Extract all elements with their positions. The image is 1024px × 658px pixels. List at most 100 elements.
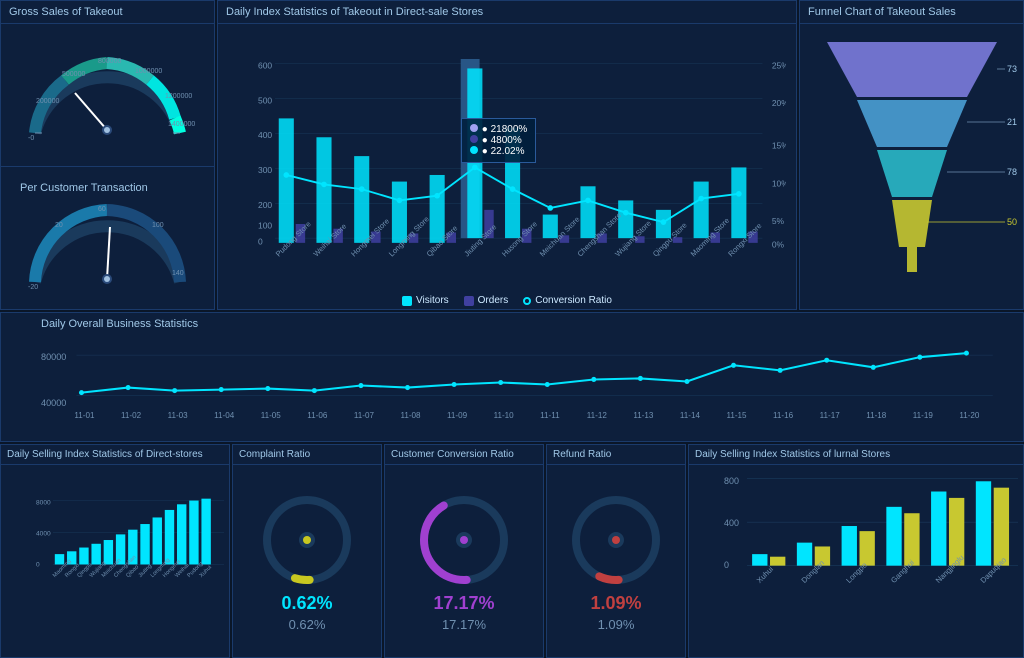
direct-stores-title: Daily Selling Index Statistics of Direct… bbox=[1, 445, 229, 465]
direct-stores-panel: Daily Selling Index Statistics of Direct… bbox=[0, 444, 230, 658]
funnel-svg: 7351800% 2131200% 781600% 501000% bbox=[807, 32, 1017, 302]
complaint-ratio-area: 0.62% 0.62% bbox=[233, 465, 381, 657]
lurnal-stores-panel: Daily Selling Index Statistics of lurnal… bbox=[688, 444, 1024, 658]
svg-text:-20: -20 bbox=[28, 284, 38, 291]
refund-gauge-svg bbox=[566, 490, 666, 590]
gauge-2-section: Per Customer Transaction -20 20 60 100 1… bbox=[1, 166, 214, 309]
funnel-area: 7351800% 2131200% 781600% 501000% bbox=[800, 24, 1023, 309]
svg-text:500000: 500000 bbox=[62, 71, 85, 78]
svg-text:15%: 15% bbox=[772, 141, 786, 151]
svg-text:1400000: 1400000 bbox=[168, 121, 195, 128]
svg-text:0%: 0% bbox=[772, 240, 785, 250]
bar-line-chart-svg: 600 500 400 300 200 100 0 25% 20% 15% 10… bbox=[258, 29, 786, 287]
svg-text:1200000: 1200000 bbox=[165, 93, 192, 100]
legend-orders: Orders bbox=[464, 295, 509, 306]
svg-text:11-05: 11-05 bbox=[261, 411, 282, 420]
refund-panel: Refund Ratio 1.09% 1.09% bbox=[546, 444, 686, 658]
svg-text:300: 300 bbox=[258, 165, 272, 175]
top-row: Gross Sales of Takeout bbox=[0, 0, 1024, 310]
refund-title: Refund Ratio bbox=[547, 445, 685, 465]
complaint-value: 0.62% bbox=[281, 593, 332, 614]
svg-text:11-08: 11-08 bbox=[400, 411, 421, 420]
svg-text:600: 600 bbox=[258, 60, 272, 70]
svg-text:11-11: 11-11 bbox=[540, 411, 560, 420]
svg-text:20: 20 bbox=[55, 222, 63, 229]
svg-text:11-18: 11-18 bbox=[866, 411, 887, 420]
dashboard: Gross Sales of Takeout bbox=[0, 0, 1024, 640]
conversion-sub: 17.17% bbox=[442, 617, 486, 632]
svg-text:11-13: 11-13 bbox=[633, 411, 654, 420]
gauge-1-section: -0 200000 500000 800000 1000000 1200000 … bbox=[1, 24, 214, 166]
complaint-panel: Complaint Ratio 0.62% 0.62% bbox=[232, 444, 382, 658]
middle-panel: Daily Index Statistics of Takeout in Dir… bbox=[217, 0, 797, 310]
svg-text:400: 400 bbox=[258, 130, 272, 140]
complaint-sub: 0.62% bbox=[289, 617, 326, 632]
svg-text:40000: 40000 bbox=[41, 398, 66, 408]
svg-text:25%: 25% bbox=[772, 60, 786, 70]
complaint-title: Complaint Ratio bbox=[233, 445, 381, 465]
direct-stores-svg: 8000 4000 0 bbox=[36, 467, 224, 655]
svg-text:-0: -0 bbox=[28, 135, 34, 142]
svg-text:100: 100 bbox=[152, 222, 164, 229]
svg-text:500: 500 bbox=[258, 95, 272, 105]
conversion-title: Customer Conversion Ratio bbox=[385, 445, 543, 465]
left-panel: Gross Sales of Takeout bbox=[0, 0, 215, 310]
svg-text:200000: 200000 bbox=[36, 98, 59, 105]
refund-value: 1.09% bbox=[590, 593, 641, 614]
svg-text:11-20: 11-20 bbox=[959, 411, 980, 420]
svg-text:11-03: 11-03 bbox=[168, 411, 189, 420]
legend-conversion: Conversion Ratio bbox=[523, 295, 612, 306]
svg-text:11-02: 11-02 bbox=[121, 411, 142, 420]
svg-text:20%: 20% bbox=[772, 98, 786, 108]
svg-text:60: 60 bbox=[98, 206, 106, 213]
conversion-gauge-svg bbox=[414, 490, 514, 590]
svg-text:0: 0 bbox=[36, 561, 40, 568]
svg-text:501000%: 501000% bbox=[1007, 217, 1017, 227]
gauge-title-2: Per Customer Transaction bbox=[20, 182, 195, 197]
svg-text:Xuhui: Xuhui bbox=[755, 565, 775, 585]
svg-text:400: 400 bbox=[724, 518, 739, 528]
svg-text:781600%: 781600% bbox=[1007, 167, 1017, 177]
svg-text:0: 0 bbox=[724, 560, 729, 570]
bar-chart-legend: Visitors Orders Conversion Ratio bbox=[218, 292, 796, 309]
right-panel: Funnel Chart of Takeout Sales bbox=[799, 0, 1024, 310]
svg-text:11-14: 11-14 bbox=[680, 411, 701, 420]
svg-text:7351800%: 7351800% bbox=[1007, 64, 1017, 74]
bar-chart-area: ● 21800% ● 4800% ● 22.02% 600 500 400 30… bbox=[218, 24, 796, 292]
lurnal-stores-title: Daily Selling Index Statistics of lurnal… bbox=[689, 445, 1023, 465]
svg-text:10%: 10% bbox=[772, 178, 786, 188]
svg-text:11-01: 11-01 bbox=[74, 411, 95, 420]
svg-text:11-09: 11-09 bbox=[447, 411, 468, 420]
svg-text:5%: 5% bbox=[772, 216, 785, 226]
svg-text:11-07: 11-07 bbox=[354, 411, 375, 420]
svg-text:11-12: 11-12 bbox=[587, 411, 608, 420]
bar-chart-title: Daily Index Statistics of Takeout in Dir… bbox=[218, 1, 796, 24]
svg-text:800: 800 bbox=[724, 476, 739, 486]
conversion-ratio-area: 17.17% 17.17% bbox=[385, 465, 543, 657]
svg-text:80000: 80000 bbox=[41, 352, 66, 362]
funnel-title: Funnel Chart of Takeout Sales bbox=[800, 1, 1023, 24]
refund-ratio-area: 1.09% 1.09% bbox=[547, 465, 685, 657]
svg-text:11-06: 11-06 bbox=[307, 411, 328, 420]
line-chart-title: Daily Overall Business Statistics bbox=[41, 318, 1013, 333]
refund-sub: 1.09% bbox=[598, 617, 635, 632]
gauge-title-1: Gross Sales of Takeout bbox=[1, 1, 214, 24]
lurnal-stores-svg: 800 400 0 bbox=[724, 467, 1018, 655]
direct-stores-chart: 8000 4000 0 bbox=[1, 465, 229, 657]
svg-text:200: 200 bbox=[258, 200, 272, 210]
svg-text:8000: 8000 bbox=[36, 499, 51, 506]
bottom-row: Daily Selling Index Statistics of Direct… bbox=[0, 444, 1024, 644]
speedometer-1: -0 200000 500000 800000 1000000 1200000 … bbox=[20, 48, 195, 143]
svg-text:11-19: 11-19 bbox=[913, 411, 934, 420]
lurnal-stores-chart: 800 400 0 bbox=[689, 465, 1023, 657]
svg-text:11-17: 11-17 bbox=[820, 411, 841, 420]
middle-panel: Daily Overall Business Statistics 80000 … bbox=[0, 312, 1024, 442]
svg-text:11-16: 11-16 bbox=[773, 411, 794, 420]
svg-text:11-04: 11-04 bbox=[214, 411, 235, 420]
svg-text:2131200%: 2131200% bbox=[1007, 117, 1017, 127]
conversion-panel: Customer Conversion Ratio 17.17% 17.17% bbox=[384, 444, 544, 658]
svg-text:0: 0 bbox=[258, 237, 263, 247]
svg-text:11-10: 11-10 bbox=[494, 411, 515, 420]
svg-text:11-15: 11-15 bbox=[726, 411, 747, 420]
svg-text:800000: 800000 bbox=[98, 58, 121, 65]
